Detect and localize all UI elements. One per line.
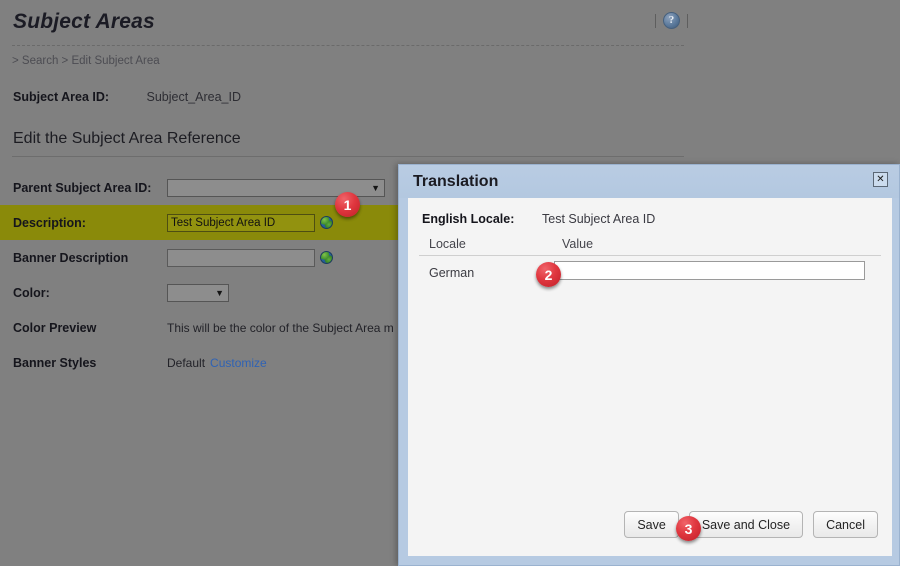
dialog-title: Translation: [413, 172, 499, 190]
column-header-locale: Locale: [429, 237, 466, 251]
color-select-wrap[interactable]: ▼: [167, 283, 229, 302]
save-button[interactable]: Save: [624, 511, 679, 538]
table-row: German: [419, 260, 881, 290]
subject-area-id-label: Subject Area ID:: [13, 90, 110, 104]
globe-translate-icon-banner[interactable]: [320, 251, 333, 264]
header-separator-right: [687, 13, 688, 28]
banner-styles-label: Banner Styles: [13, 355, 97, 370]
help-circle-icon[interactable]: ?: [663, 12, 680, 29]
english-locale-label: English Locale:: [422, 212, 515, 226]
german-translation-input[interactable]: [554, 261, 865, 280]
section-divider: [12, 156, 684, 157]
color-preview-text: This will be the color of the Subject Ar…: [167, 320, 394, 335]
dialog-titlebar: Translation ✕: [399, 165, 899, 198]
page-title: Subject Areas: [13, 10, 155, 33]
callout-badge-1: 1: [335, 192, 360, 217]
close-icon[interactable]: ✕: [873, 172, 888, 187]
translation-dialog: Translation ✕ English Locale: Test Subje…: [398, 164, 900, 566]
banner-styles-value: Default: [167, 355, 206, 370]
save-and-close-button[interactable]: Save and Close: [688, 511, 804, 538]
breadcrumb[interactable]: > Search > Edit Subject Area: [12, 55, 160, 67]
header-divider: [12, 45, 684, 46]
callout-badge-2: 2: [536, 262, 561, 287]
header-separator-left: [655, 13, 656, 28]
color-label: Color:: [13, 285, 50, 300]
parent-subject-area-label: Parent Subject Area ID:: [13, 180, 152, 195]
banner-styles-customize-link[interactable]: Customize: [210, 356, 267, 370]
subject-area-id-row: Subject Area ID: Subject_Area_ID: [13, 90, 513, 104]
app-root: Subject Areas ? > Search > Edit Subject …: [0, 0, 900, 566]
banner-description-input[interactable]: [167, 248, 315, 267]
color-select[interactable]: [167, 284, 229, 302]
section-title: Edit the Subject Area Reference: [13, 130, 241, 147]
column-header-value: Value: [562, 237, 594, 251]
english-locale-value: Test Subject Area ID: [542, 212, 656, 226]
cancel-button[interactable]: Cancel: [813, 511, 878, 538]
description-label: Description:: [13, 215, 86, 230]
header-tools: ?: [655, 12, 688, 29]
banner-description-label: Banner Description: [13, 250, 129, 265]
callout-badge-3: 3: [676, 516, 701, 541]
translation-table-header: Locale Value: [419, 236, 881, 256]
english-locale-row: English Locale: Test Subject Area ID: [422, 212, 655, 226]
description-input[interactable]: [167, 213, 315, 232]
color-preview-label: Color Preview: [13, 320, 97, 335]
globe-translate-icon[interactable]: [320, 216, 333, 229]
subject-area-id-value: Subject_Area_ID: [146, 90, 241, 104]
dialog-footer: Save Save and Close Cancel: [624, 511, 878, 538]
locale-name-german: German: [429, 266, 475, 280]
dialog-body: English Locale: Test Subject Area ID Loc…: [408, 198, 892, 556]
